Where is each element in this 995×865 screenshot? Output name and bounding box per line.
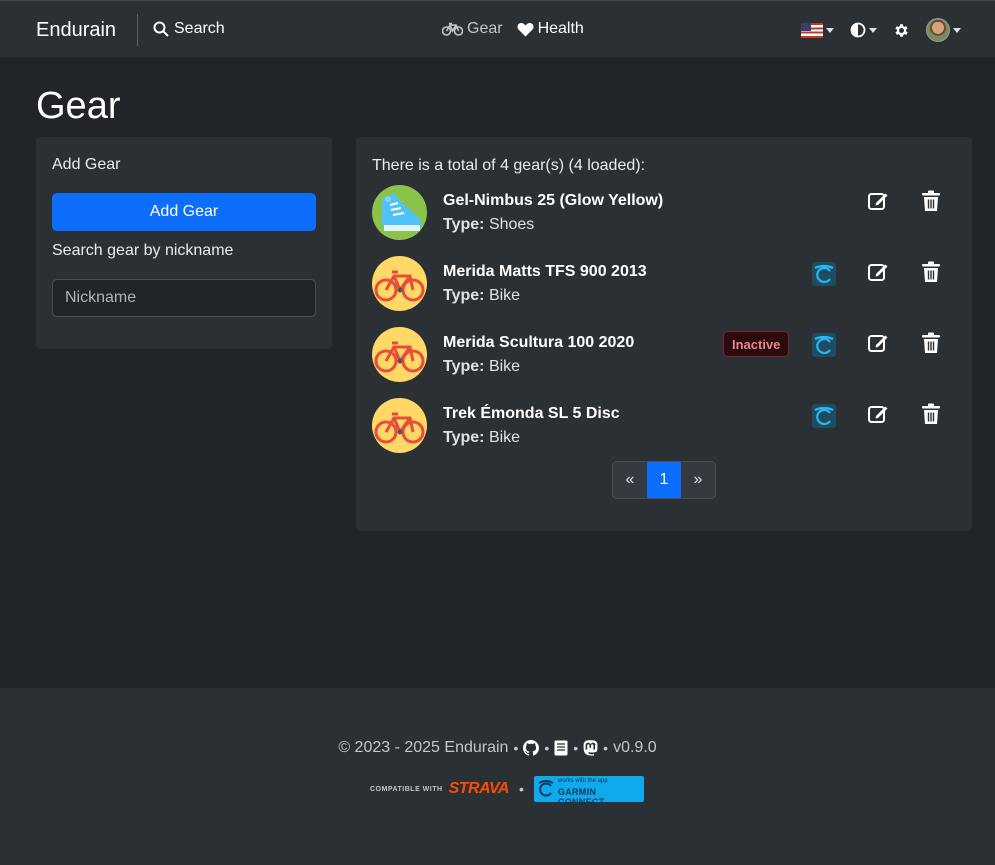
mastodon-icon[interactable] bbox=[583, 740, 598, 756]
footer: © 2023 - 2025 Endurain • • • • v0.9.0 CO… bbox=[0, 688, 995, 865]
heart-icon bbox=[517, 22, 534, 36]
garmin-connect-text: GARMIN CONNECT bbox=[557, 787, 605, 807]
contrast-icon bbox=[850, 22, 866, 38]
edit-icon[interactable] bbox=[867, 190, 889, 212]
gear-list-item: Merida Matts TFS 900 2013 Type: Bike bbox=[372, 256, 956, 312]
gear-type: Type: Shoes bbox=[443, 216, 534, 234]
gear-type: Type: Bike bbox=[443, 358, 520, 376]
search-gear-heading: Search gear by nickname bbox=[52, 242, 234, 259]
bike-icon bbox=[372, 327, 427, 382]
shoe-icon bbox=[372, 185, 427, 240]
strava-compatible-text: COMPATIBLE WITH bbox=[370, 785, 443, 793]
footer-version: v0.9.0 bbox=[613, 739, 657, 756]
add-gear-panel: Add Gear Add Gear Search gear by nicknam… bbox=[36, 137, 332, 349]
garmin-connect-badge[interactable]: works with the app GARMIN CONNECT bbox=[533, 776, 644, 807]
search-icon bbox=[153, 21, 169, 37]
gear-total-text: There is a total of 4 gear(s) (4 loaded)… bbox=[372, 157, 646, 174]
footer-separator: • bbox=[513, 740, 519, 756]
gear-list-panel: There is a total of 4 gear(s) (4 loaded)… bbox=[356, 137, 972, 531]
gear-type: Type: Bike bbox=[443, 287, 520, 305]
user-menu[interactable] bbox=[926, 18, 961, 42]
garmin-connect-icon bbox=[812, 333, 836, 357]
status-badge: Inactive bbox=[723, 331, 790, 357]
github-icon[interactable] bbox=[523, 740, 540, 756]
garmin-connect-logo-icon bbox=[538, 780, 554, 797]
top-navbar: Endurain Search Gear Health bbox=[0, 0, 995, 57]
gear-type-value: Bike bbox=[488, 287, 521, 304]
navbar-divider bbox=[137, 14, 138, 46]
garmin-connect-icon bbox=[812, 262, 836, 286]
page-title: Gear bbox=[36, 85, 121, 127]
gear-type: Type: Bike bbox=[443, 429, 520, 447]
nav-gear-label: Gear bbox=[467, 20, 503, 37]
pagination-page-current[interactable]: 1 bbox=[647, 462, 681, 498]
edit-icon[interactable] bbox=[867, 403, 889, 425]
strava-compatible-badge[interactable]: COMPATIBLE WITH STRAVA bbox=[370, 780, 509, 798]
footer-partner-badges: COMPATIBLE WITH STRAVA • works with the … bbox=[370, 776, 644, 807]
trash-icon[interactable] bbox=[921, 403, 941, 425]
nav-search-link[interactable]: Search bbox=[153, 20, 225, 38]
gear-type-value: Bike bbox=[488, 358, 521, 375]
chevron-down-icon bbox=[953, 27, 961, 33]
gear-name[interactable]: Trek Émonda SL 5 Disc bbox=[443, 405, 620, 423]
garmin-works-with-text: works with the app bbox=[557, 778, 608, 784]
nav-gear-link[interactable]: Gear bbox=[442, 20, 503, 38]
gear-list-item: Gel-Nimbus 25 (Glow Yellow) Type: Shoes bbox=[372, 185, 956, 241]
gear-type-value: Bike bbox=[488, 429, 521, 446]
theme-dropdown[interactable] bbox=[850, 22, 877, 38]
nav-health-link[interactable]: Health bbox=[517, 20, 584, 38]
gear-type-label: Type: bbox=[443, 287, 485, 304]
gear-name[interactable]: Merida Matts TFS 900 2013 bbox=[443, 263, 647, 281]
trash-icon[interactable] bbox=[921, 332, 941, 354]
add-gear-heading: Add Gear bbox=[52, 156, 121, 173]
nav-health-label: Health bbox=[537, 20, 584, 37]
pagination: « 1 » bbox=[612, 461, 716, 499]
edit-icon[interactable] bbox=[867, 261, 889, 283]
add-gear-button[interactable]: Add Gear bbox=[52, 193, 316, 231]
nickname-search-input[interactable] bbox=[52, 279, 316, 317]
settings-button[interactable] bbox=[893, 22, 910, 39]
gear-list-item: Trek Émonda SL 5 Disc Type: Bike bbox=[372, 398, 956, 454]
gear-name[interactable]: Merida Scultura 100 2020 bbox=[443, 334, 634, 352]
footer-separator: • bbox=[544, 740, 550, 756]
gear-list-item: Merida Scultura 100 2020 Type: Bike Inac… bbox=[372, 327, 956, 383]
chevron-down-icon bbox=[869, 27, 877, 33]
gear-type-label: Type: bbox=[443, 216, 485, 233]
garmin-connect-icon bbox=[812, 404, 836, 428]
bike-icon bbox=[372, 398, 427, 453]
gear-name[interactable]: Gel-Nimbus 25 (Glow Yellow) bbox=[443, 192, 663, 210]
us-flag-icon bbox=[801, 22, 823, 38]
gear-type-label: Type: bbox=[443, 358, 485, 375]
bike-icon bbox=[372, 256, 427, 311]
footer-separator: • bbox=[603, 740, 609, 756]
strava-logo: STRAVA bbox=[448, 780, 510, 797]
pagination-next[interactable]: » bbox=[681, 462, 715, 498]
footer-copyright: © 2023 - 2025 Endurain bbox=[338, 739, 509, 756]
nav-search-label: Search bbox=[174, 20, 225, 37]
footer-separator: • bbox=[518, 781, 524, 797]
gear-type-value: Shoes bbox=[488, 216, 535, 233]
gear-icon bbox=[895, 23, 908, 37]
chevron-down-icon bbox=[826, 27, 834, 33]
trash-icon[interactable] bbox=[921, 190, 941, 212]
gear-type-label: Type: bbox=[443, 429, 485, 446]
trash-icon[interactable] bbox=[921, 261, 941, 283]
docs-book-icon[interactable] bbox=[554, 740, 568, 756]
avatar bbox=[926, 18, 950, 42]
brand-logo-text[interactable]: Endurain bbox=[36, 19, 116, 42]
edit-icon[interactable] bbox=[867, 332, 889, 354]
footer-separator: • bbox=[573, 740, 579, 756]
language-dropdown[interactable] bbox=[801, 22, 834, 38]
pagination-prev[interactable]: « bbox=[613, 462, 647, 498]
bicycle-icon bbox=[442, 22, 463, 36]
footer-line: © 2023 - 2025 Endurain • • • • v0.9.0 bbox=[0, 739, 995, 757]
